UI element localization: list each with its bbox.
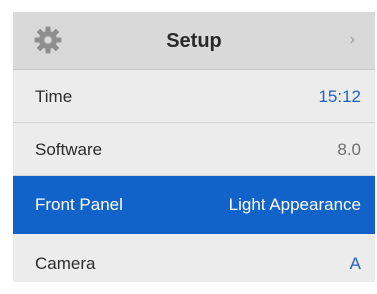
camera-label: Camera <box>35 254 96 273</box>
camera-value: A <box>349 254 361 273</box>
setup-panel: Setup › Time 15:12 Software 8.0 Front Pa… <box>0 0 377 282</box>
chevron-right-icon[interactable]: › <box>350 12 355 70</box>
setup-header: Setup › <box>13 12 375 70</box>
software-label: Software <box>35 140 103 159</box>
software-value: 8.0 <box>337 140 361 159</box>
front-panel-label: Front Panel <box>35 195 123 214</box>
front-panel-value: Light Appearance <box>228 195 361 214</box>
front-panel-row[interactable]: Front Panel Light Appearance <box>13 176 375 234</box>
page-title: Setup <box>166 30 222 52</box>
time-value: 15:12 <box>318 87 361 106</box>
time-row[interactable]: Time 15:12 <box>13 70 375 123</box>
software-row[interactable]: Software 8.0 <box>13 123 375 176</box>
camera-row[interactable]: Camera A <box>13 234 375 282</box>
gear-icon[interactable] <box>33 25 63 55</box>
time-label: Time <box>35 87 73 106</box>
